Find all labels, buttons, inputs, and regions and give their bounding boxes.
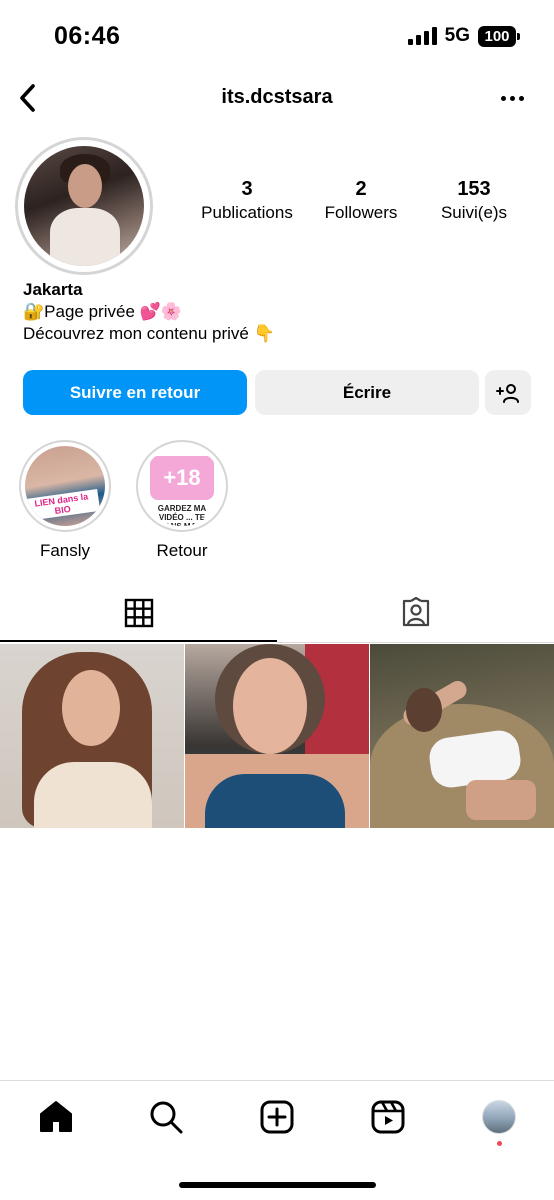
status-time: 06:46 — [54, 22, 121, 50]
status-indicators: 5G 100 — [407, 25, 520, 47]
network-type: 5G — [444, 25, 470, 46]
bio-line-2: Découvrez mon contenu privé 👇 — [23, 324, 275, 343]
home-icon — [40, 1101, 72, 1132]
followers-count: 2 — [355, 178, 367, 200]
highlight-cover: LIEN dans la BIO — [25, 446, 105, 526]
stat-followers[interactable]: 2 Followers — [304, 178, 418, 223]
posts-grid — [0, 644, 554, 828]
add-person-icon — [496, 383, 519, 403]
post-thumbnail[interactable] — [0, 644, 184, 828]
home-indicator — [179, 1182, 376, 1188]
search-icon — [150, 1101, 183, 1134]
profile-avatar[interactable] — [15, 137, 153, 275]
highlight-caption: GARDEZ MA VIDÉO ... TE DANS MA ... — [157, 504, 207, 526]
highlight-ring: +18 GARDEZ MA VIDÉO ... TE DANS MA ... — [136, 440, 228, 532]
suggest-users-button[interactable] — [485, 370, 531, 415]
post-thumbnail[interactable] — [185, 644, 369, 828]
status-bar: 06:46 5G 100 — [0, 0, 554, 72]
nav-create[interactable] — [257, 1097, 297, 1137]
followers-label: Followers — [324, 203, 398, 222]
tabs-divider — [277, 642, 554, 643]
posts-count: 3 — [241, 178, 253, 200]
tagged-icon — [402, 597, 429, 627]
grid-icon — [124, 598, 153, 627]
profile-actions: Suivre en retour Écrire — [23, 370, 533, 416]
battery-icon: 100 — [478, 25, 520, 47]
nav-profile[interactable] — [479, 1097, 519, 1137]
highlight-ring: LIEN dans la BIO — [19, 440, 111, 532]
more-dots-icon — [500, 95, 506, 101]
signal-icon — [407, 27, 437, 45]
bio-line-1: 🔐Page privée 💕🌸 — [23, 302, 182, 321]
profile-bio: Jakarta 🔐Page privée 💕🌸 Découvrez mon co… — [23, 279, 275, 345]
highlight-cover: +18 GARDEZ MA VIDÉO ... TE DANS MA ... — [142, 446, 222, 526]
notification-dot — [497, 1141, 502, 1146]
posts-label: Publications — [201, 203, 293, 222]
tab-tagged[interactable] — [277, 585, 554, 641]
following-label: Suivi(e)s — [440, 203, 508, 222]
following-count: 153 — [457, 178, 491, 200]
nav-reels[interactable] — [368, 1097, 408, 1137]
create-icon — [260, 1100, 294, 1134]
profile-name: Jakarta — [23, 280, 83, 299]
post-thumbnail[interactable] — [370, 644, 554, 828]
highlight-fansly[interactable]: LIEN dans la BIO Fansly — [19, 440, 111, 561]
tab-posts-grid[interactable] — [0, 585, 277, 642]
message-button[interactable]: Écrire — [255, 370, 479, 415]
profile-stats: 3 Publications 2 Followers 153 Suivi(e)s — [190, 178, 530, 230]
follow-back-button[interactable]: Suivre en retour — [23, 370, 247, 415]
highlight-label: Retour — [156, 541, 208, 560]
highlight-tag-text: LIEN dans la BIO — [25, 488, 101, 522]
more-options-button[interactable] — [494, 82, 530, 114]
nav-home[interactable] — [36, 1097, 76, 1137]
avatar-image — [24, 146, 144, 266]
stat-following[interactable]: 153 Suivi(e)s — [418, 178, 530, 223]
stat-posts[interactable]: 3 Publications — [190, 178, 304, 223]
profile-header: its.dcstsara — [0, 76, 554, 120]
profile-tabs — [0, 585, 554, 643]
nav-search[interactable] — [146, 1097, 186, 1137]
highlight-badge: +18 — [150, 456, 214, 500]
profile-username: its.dcstsara — [221, 86, 333, 108]
reels-icon — [371, 1100, 405, 1134]
profile-avatar-small — [482, 1100, 516, 1134]
highlight-retour[interactable]: +18 GARDEZ MA VIDÉO ... TE DANS MA ... R… — [136, 440, 228, 561]
highlight-label: Fansly — [39, 541, 91, 560]
